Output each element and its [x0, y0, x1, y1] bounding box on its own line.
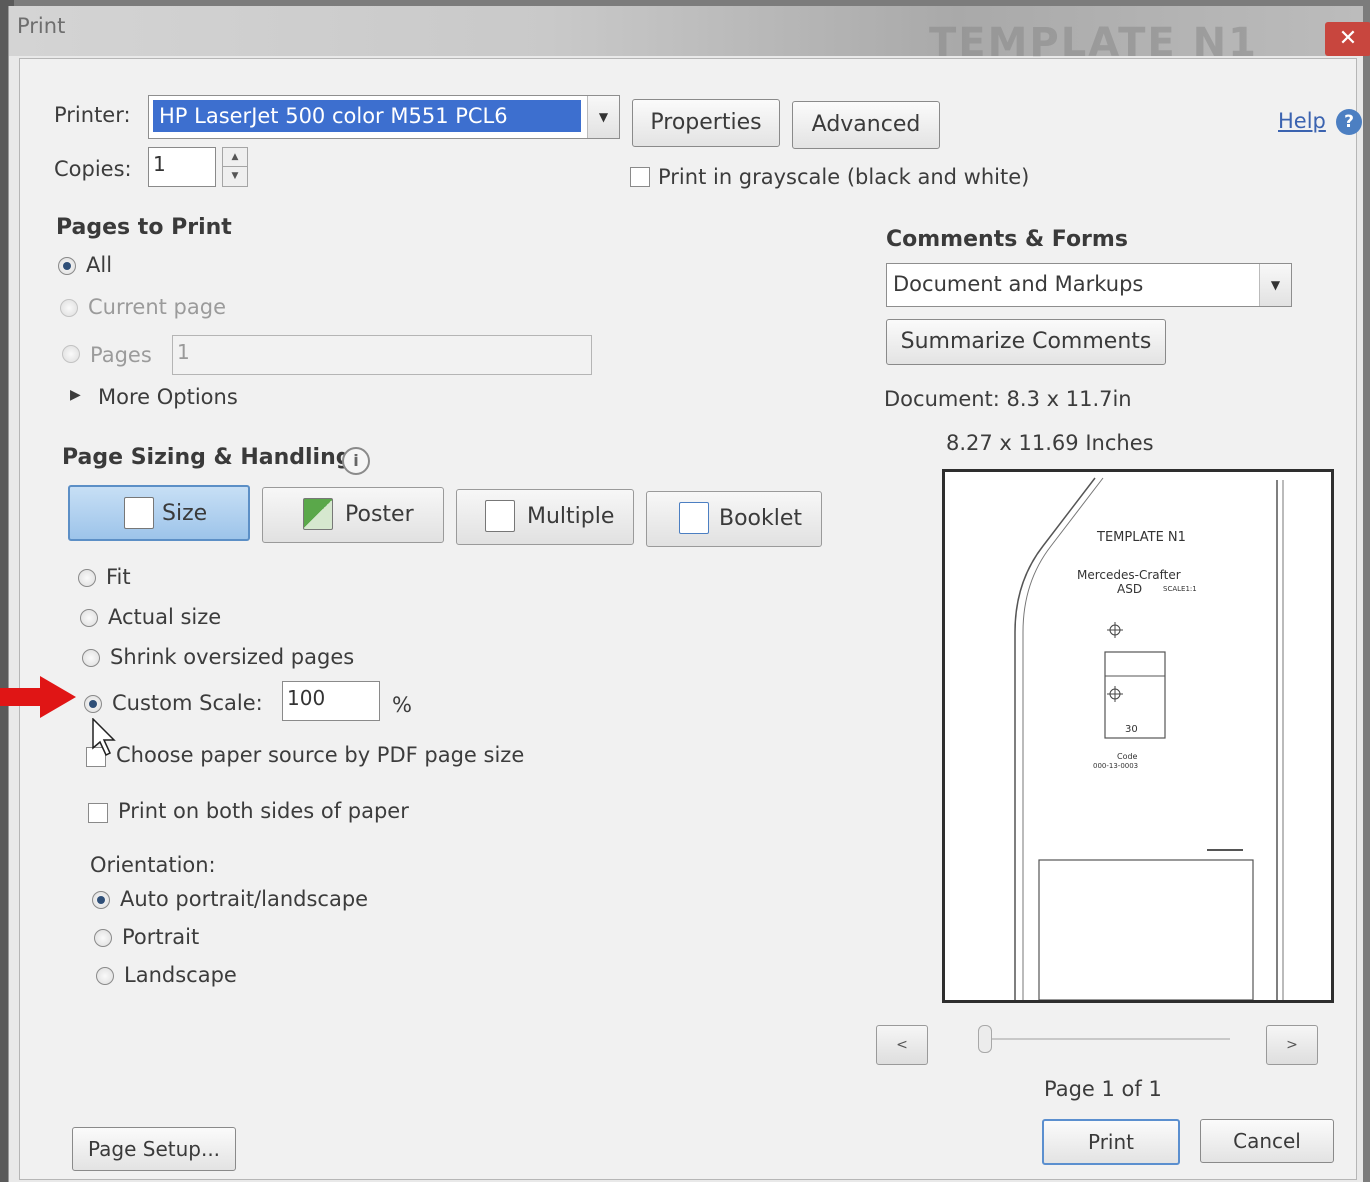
radio-portrait[interactable] [94, 929, 112, 947]
radio-current-page[interactable] [60, 299, 78, 317]
poster-tab-label: Poster [345, 502, 414, 527]
booklet-tab-button[interactable]: Booklet [646, 491, 822, 547]
print-dialog: Print TEMPLATE N1 ✕ Printer: HP LaserJet… [8, 6, 1370, 1182]
printer-select[interactable]: HP LaserJet 500 color M551 PCL6 ▼ [148, 95, 620, 139]
multiple-pages-icon [485, 500, 515, 532]
page-slider-track[interactable] [980, 1038, 1230, 1040]
advanced-button[interactable]: Advanced [792, 101, 940, 149]
pages-to-print-title: Pages to Print [56, 215, 232, 240]
booklet-icon [679, 502, 709, 534]
arrow-down-icon[interactable]: ▼ [223, 167, 247, 186]
radio-pages[interactable] [62, 345, 80, 363]
mouse-cursor-icon [92, 718, 116, 757]
copies-input[interactable]: 1 [148, 147, 216, 187]
grayscale-checkbox[interactable] [630, 167, 650, 187]
comments-forms-select[interactable]: Document and Markups ▼ [886, 263, 1292, 307]
pages-range-input[interactable]: 1 [172, 335, 592, 375]
both-sides-checkbox[interactable] [88, 803, 108, 823]
dialog-content: Printer: HP LaserJet 500 color M551 PCL6… [19, 58, 1362, 1180]
radio-shrink-oversized-label: Shrink oversized pages [110, 645, 355, 669]
preview-asd: ASD [1117, 582, 1143, 596]
cancel-button[interactable]: Cancel [1200, 1119, 1334, 1163]
radio-landscape[interactable] [96, 967, 114, 985]
printer-label: Printer: [54, 103, 131, 127]
copies-label: Copies: [54, 157, 132, 181]
next-page-button[interactable]: > [1266, 1025, 1318, 1065]
radio-all[interactable] [58, 257, 76, 275]
size-tab-label: Size [162, 501, 208, 526]
page-indicator: Page 1 of 1 [1044, 1077, 1162, 1101]
radio-custom-scale-label: Custom Scale: [112, 691, 263, 715]
preview-dimension: 30 [1125, 724, 1138, 735]
comments-forms-title: Comments & Forms [886, 227, 1128, 252]
comments-forms-selected-value: Document and Markups [893, 272, 1144, 296]
radio-auto-orientation[interactable] [92, 891, 110, 909]
properties-button[interactable]: Properties [632, 99, 780, 147]
window-title: Print [17, 14, 66, 38]
multiple-tab-button[interactable]: Multiple [456, 489, 634, 545]
grayscale-label: Print in grayscale (black and white) [658, 165, 1030, 189]
copies-stepper[interactable]: ▲ ▼ [222, 147, 248, 187]
radio-all-label: All [86, 253, 113, 277]
help-icon[interactable]: ? [1336, 109, 1362, 135]
red-annotation-arrow-icon [0, 676, 76, 718]
radio-shrink-oversized[interactable] [82, 649, 100, 667]
summarize-comments-button[interactable]: Summarize Comments [886, 319, 1166, 365]
radio-actual-size[interactable] [80, 609, 98, 627]
page-setup-button[interactable]: Page Setup... [72, 1127, 236, 1171]
info-icon[interactable]: i [342, 447, 370, 475]
percent-sign: % [392, 693, 412, 717]
radio-landscape-label: Landscape [124, 963, 237, 987]
custom-scale-input[interactable]: 100 [282, 681, 380, 721]
radio-custom-scale[interactable] [84, 695, 102, 713]
preview-code-label: Code [1117, 752, 1138, 761]
document-size-label: Document: 8.3 x 11.7in [884, 387, 1132, 411]
radio-actual-size-label: Actual size [108, 605, 222, 629]
radio-fit-label: Fit [106, 565, 131, 589]
preview-model: Mercedes-Crafter [1077, 568, 1181, 582]
orientation-label: Orientation: [90, 853, 216, 877]
radio-auto-orientation-label: Auto portrait/landscape [120, 887, 369, 911]
radio-portrait-label: Portrait [122, 925, 200, 949]
paper-source-label: Choose paper source by PDF page size [116, 743, 525, 767]
expand-triangle-icon[interactable]: ▶ [70, 387, 81, 403]
page-slider-thumb[interactable] [978, 1025, 992, 1053]
radio-pages-label: Pages [90, 343, 152, 367]
preview-template-title: TEMPLATE N1 [1097, 530, 1186, 545]
chevron-down-icon[interactable]: ▼ [1259, 264, 1291, 306]
title-bar: Print TEMPLATE N1 ✕ [9, 6, 1370, 66]
poster-tab-button[interactable]: Poster [262, 487, 444, 543]
page-sizing-title: Page Sizing & Handling [62, 445, 352, 470]
previous-page-button[interactable]: < [876, 1025, 928, 1065]
print-button[interactable]: Print [1042, 1119, 1180, 1165]
close-icon[interactable]: ✕ [1325, 22, 1370, 56]
paper-size-label: 8.27 x 11.69 Inches [946, 431, 1154, 455]
both-sides-label: Print on both sides of paper [118, 799, 409, 823]
size-icon [124, 497, 154, 529]
printer-selected-value: HP LaserJet 500 color M551 PCL6 [153, 100, 581, 132]
preview-code-value: 000-13-0003 [1093, 762, 1139, 770]
page-preview: TEMPLATE N1 Mercedes-Crafter ASD SCALE1:… [942, 469, 1334, 1003]
more-options-toggle[interactable]: More Options [98, 385, 238, 409]
radio-current-page-label: Current page [88, 295, 226, 319]
poster-icon [303, 498, 333, 530]
size-tab-button[interactable]: Size [68, 485, 250, 541]
arrow-up-icon[interactable]: ▲ [223, 148, 247, 167]
radio-fit[interactable] [78, 569, 96, 587]
help-link[interactable]: Help [1278, 109, 1326, 133]
multiple-tab-label: Multiple [527, 504, 615, 529]
chevron-down-icon[interactable]: ▼ [587, 96, 619, 138]
booklet-tab-label: Booklet [719, 506, 803, 531]
preview-scale: SCALE1:1 [1163, 585, 1197, 593]
preview-drawing [1014, 477, 1284, 1000]
